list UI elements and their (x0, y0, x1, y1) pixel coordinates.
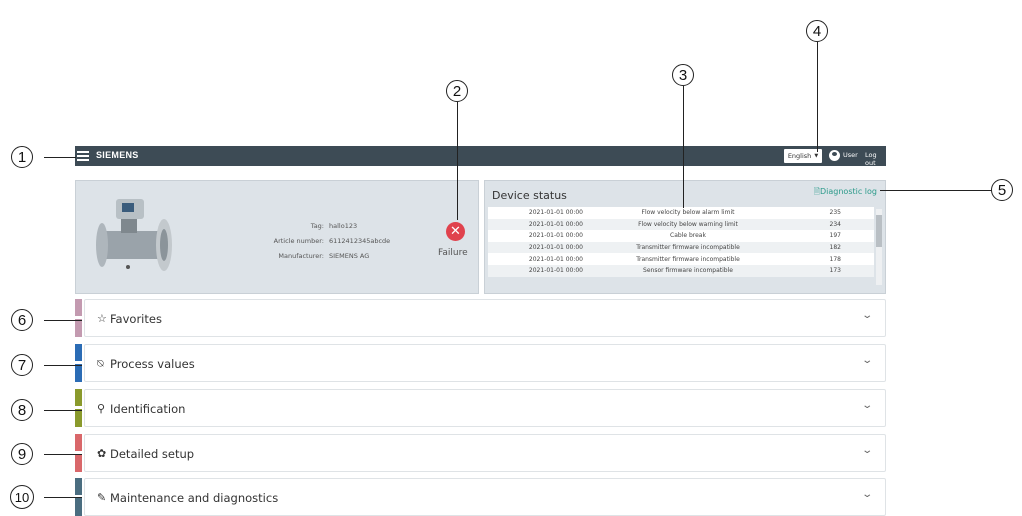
chevron-down-icon[interactable]: ⌄ (861, 355, 873, 366)
top-navigation-bar: SIEMENS English ▼ User Log out (75, 146, 886, 167)
section-identification[interactable]: ⚲ Identification ⌄ (75, 389, 886, 427)
manufacturer-value: SIEMENS AG (329, 252, 370, 260)
chevron-down-icon[interactable]: ⌄ (861, 400, 873, 411)
callout-5: 5 (991, 179, 1013, 201)
lightbulb-icon: ⚲ (97, 402, 106, 415)
user-icon[interactable] (829, 150, 840, 161)
callout-2: 2 (446, 80, 468, 102)
user-link[interactable]: User (843, 151, 858, 159)
section-header[interactable]: ✿ Detailed setup ⌄ (84, 434, 886, 472)
article-number-value: 6112412345abcde (329, 237, 391, 245)
section-header[interactable]: ☆ Favorites ⌄ (84, 299, 886, 337)
menu-icon[interactable] (77, 151, 89, 161)
device-info: Tag: hallo123 Article number: 6112412345ab… (236, 219, 391, 264)
row-message: Transmitter firmware incompatible (636, 255, 740, 263)
section-label: Process values (110, 357, 195, 371)
row-message: Flow velocity below warning limit (638, 220, 738, 228)
scrollbar-thumb[interactable] (876, 215, 882, 247)
table-row: 2021-01-01 00:00 Flow velocity below alar… (488, 207, 874, 219)
row-message: Transmitter firmware incompatible (636, 244, 740, 252)
star-icon: ☆ (97, 312, 107, 325)
row-code: 235 (829, 209, 841, 217)
row-time: 2021-01-01 00:00 (528, 209, 583, 217)
device-status-table[interactable]: 2021-01-01 00:00 Flow velocity below alar… (488, 207, 874, 285)
tag-value: hallo123 (329, 222, 358, 230)
failure-icon: ✕ (446, 222, 465, 241)
chevron-down-icon[interactable]: ⌄ (861, 489, 873, 500)
row-code: 178 (829, 255, 841, 263)
callout-9: 9 (11, 443, 33, 465)
row-code: 234 (829, 220, 841, 228)
row-code: 182 (829, 244, 841, 252)
callout-3: 3 (672, 64, 694, 86)
section-favorites[interactable]: ☆ Favorites ⌄ (75, 299, 886, 337)
table-row: 2021-01-01 00:00 Transmitter firmware inc… (488, 241, 874, 254)
callout-4: 4 (806, 20, 828, 42)
section-label: Detailed setup (110, 447, 195, 461)
table-row: 2021-01-01 00:00 Cable break 197 (488, 230, 874, 242)
table-row: 2021-01-01 00:00 Flow velocity below warn… (488, 218, 874, 231)
manufacturer-label: Manufacturer: (278, 252, 324, 260)
gear-icon: ✿ (97, 447, 107, 460)
callout-10: 10 (10, 485, 34, 509)
brand-logo: SIEMENS (96, 150, 139, 160)
article-number-label: Article number: (273, 237, 324, 245)
row-time: 2021-01-01 00:00 (528, 232, 583, 240)
chevron-down-icon[interactable]: ⌄ (861, 310, 873, 321)
section-label: Identification (110, 402, 186, 416)
callout-1: 1 (11, 146, 33, 168)
gauge-icon: ⍉ (97, 357, 104, 370)
section-header[interactable]: ✎ Maintenance and diagnostics ⌄ (84, 478, 886, 516)
section-maintenance-diagnostics[interactable]: ✎ Maintenance and diagnostics ⌄ (75, 478, 886, 516)
row-time: 2021-01-01 00:00 (528, 244, 583, 252)
device-status-panel: Device status 🗎Diagnostic log 2021-01-01… (484, 180, 886, 294)
row-time: 2021-01-01 00:00 (528, 220, 583, 228)
flowmeter-image (96, 199, 172, 271)
row-message: Sensor firmware incompatible (643, 267, 733, 275)
logout-link[interactable]: Log out (865, 151, 886, 167)
row-time: 2021-01-01 00:00 (528, 267, 583, 275)
caret-down-icon: ▼ (814, 153, 819, 159)
section-label: Favorites (110, 312, 162, 326)
section-detailed-setup[interactable]: ✿ Detailed setup ⌄ (75, 434, 886, 472)
wrench-icon: ✎ (97, 491, 107, 504)
section-label: Maintenance and diagnostics (110, 491, 279, 505)
table-row: 2021-01-01 00:00 Sensor firmware incompat… (488, 264, 874, 277)
device-summary-panel: Tag: hallo123 Article number: 6112412345ab… (75, 180, 479, 294)
table-row: 2021-01-01 00:00 Transmitter firmware inc… (488, 253, 874, 265)
diagnostic-log-label: Diagnostic log (820, 187, 877, 196)
section-header[interactable]: ⚲ Identification ⌄ (84, 389, 886, 427)
device-status-title: Device status (492, 189, 567, 202)
callout-6: 6 (11, 309, 33, 331)
callout-8: 8 (11, 399, 33, 421)
row-code: 197 (829, 232, 841, 240)
section-header[interactable]: ⍉ Process values ⌄ (84, 344, 886, 382)
row-message: Cable break (670, 232, 706, 240)
row-message: Flow velocity below alarm limit (641, 209, 735, 217)
device-status-label: Failure (438, 248, 468, 258)
row-code: 173 (829, 267, 841, 275)
language-label: English (787, 152, 812, 160)
row-time: 2021-01-01 00:00 (528, 255, 583, 263)
chevron-down-icon[interactable]: ⌄ (861, 445, 873, 456)
callout-7: 7 (11, 354, 33, 376)
tag-label: Tag: (310, 222, 324, 230)
section-process-values[interactable]: ⍉ Process values ⌄ (75, 344, 886, 382)
diagnostic-log-link[interactable]: 🗎Diagnostic log (814, 186, 877, 200)
status-scrollbar[interactable] (876, 209, 882, 285)
